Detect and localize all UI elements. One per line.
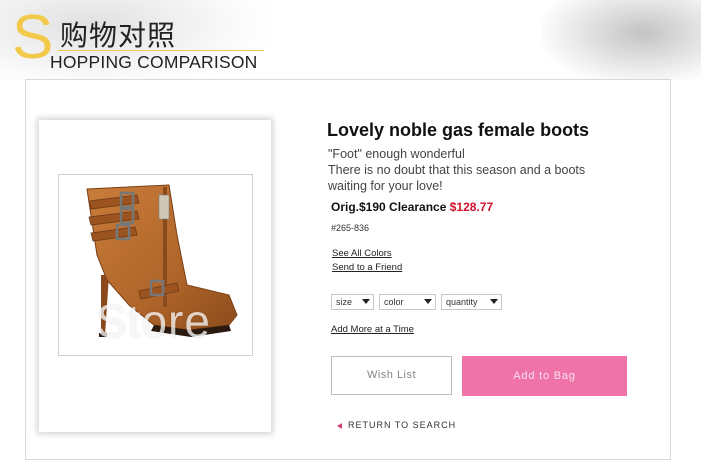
description-line: "Foot" enough wonderful — [328, 147, 465, 161]
quantity-select-value: quantity — [446, 297, 478, 307]
product-sku: #265-836 — [331, 223, 370, 233]
quantity-select[interactable]: quantity — [441, 294, 502, 310]
chevron-down-icon — [490, 299, 498, 304]
chevron-down-icon — [362, 299, 370, 304]
header-divider — [58, 50, 264, 51]
product-description: "Foot" enough wonderful There is no doub… — [328, 146, 598, 194]
return-to-search-link[interactable]: RETURN TO SEARCH — [337, 420, 456, 430]
original-price-label: Orig.$190 Clearance — [331, 200, 450, 214]
color-select-value: color — [384, 297, 404, 307]
sale-price: $128.77 — [449, 200, 494, 214]
header-title-english: HOPPING COMPARISON — [50, 52, 258, 72]
header-title-chinese: 购物对照 — [60, 19, 177, 52]
see-all-colors-link[interactable]: See All Colors — [332, 248, 392, 259]
header-big-letter: S — [12, 3, 54, 72]
triangle-left-icon — [337, 422, 342, 429]
page-header: S 购物对照 HOPPING COMPARISON — [0, 0, 701, 80]
size-select-value: size — [336, 297, 353, 307]
add-to-bag-button[interactable]: Add to Bag — [462, 356, 627, 396]
product-price: Orig.$190 Clearance $128.77 — [331, 200, 493, 214]
color-select[interactable]: color — [379, 294, 436, 310]
return-label: RETURN TO SEARCH — [348, 420, 457, 430]
wish-list-button[interactable]: Wish List — [331, 356, 452, 395]
ink-wash-decoration-right — [541, 0, 701, 80]
chevron-down-icon — [424, 299, 432, 304]
photo-watermark: Store — [96, 295, 211, 347]
send-to-friend-link[interactable]: Send to a Friend — [332, 262, 402, 273]
add-more-link[interactable]: Add More at a Time — [331, 324, 414, 335]
description-line: waiting for your love! — [328, 179, 443, 193]
product-title: Lovely noble gas female boots — [327, 120, 590, 140]
size-select[interactable]: size — [331, 294, 374, 310]
description-line: There is no doubt that this season and a… — [328, 163, 586, 177]
